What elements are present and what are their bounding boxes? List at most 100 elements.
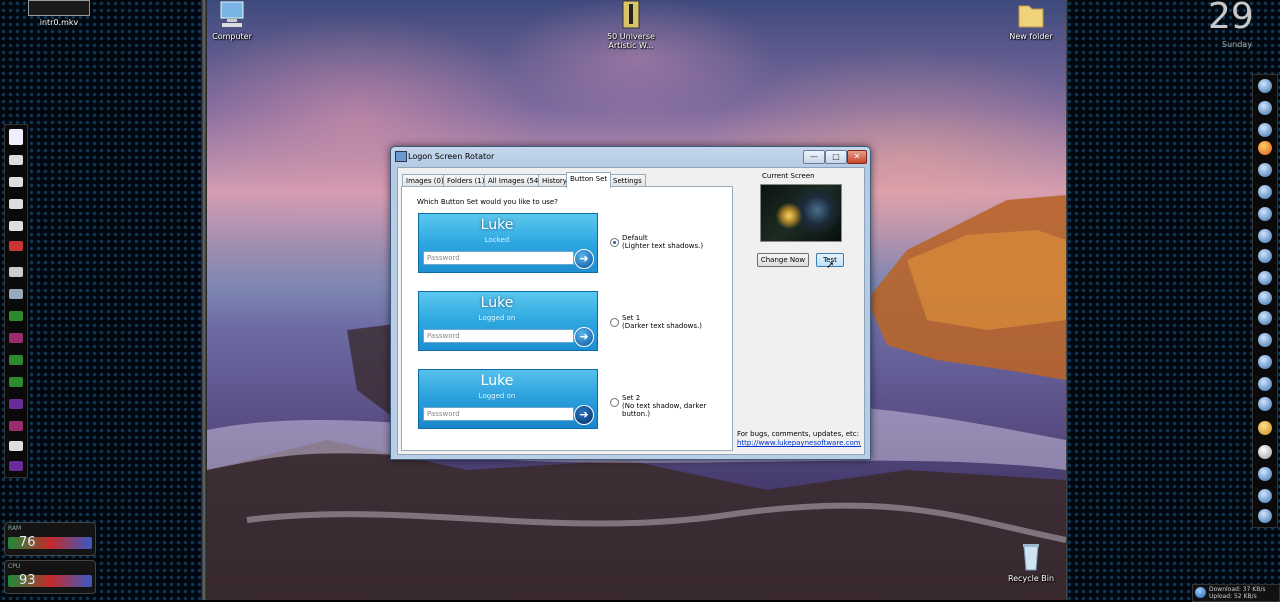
window-icon[interactable] xyxy=(1258,509,1272,523)
desktop-icon-new-folder[interactable]: New folder xyxy=(996,0,1066,41)
drive-icon[interactable] xyxy=(9,177,23,187)
battery-icon[interactable] xyxy=(9,333,23,343)
battery-icon[interactable] xyxy=(9,311,23,321)
arrow-right-icon: ➜ xyxy=(574,327,594,347)
maximize-button[interactable]: □ xyxy=(825,150,847,164)
battery-icon[interactable] xyxy=(9,461,23,471)
desktop-icon-label: 50 Universe Artistic W... xyxy=(607,32,655,50)
tab-button-set[interactable]: Button Set xyxy=(566,172,612,188)
preview-user-status: Logged on xyxy=(478,314,516,322)
logon-preview-default[interactable]: Luke Locked Password ➜ xyxy=(418,213,598,273)
desktop-icon-video[interactable]: intr0.mkv xyxy=(24,0,94,27)
clock-weekday: Sunday xyxy=(1222,40,1252,49)
folder-icon xyxy=(1015,0,1047,30)
preview-user-name: Luke xyxy=(480,295,514,311)
battery-icon[interactable] xyxy=(9,421,23,431)
logon-preview-set1[interactable]: Luke Logged on Password ➜ xyxy=(418,291,598,351)
option-default-desc: (Lighter text shadows.) xyxy=(622,242,704,250)
download-speed: Download: 37 KB/s xyxy=(1209,586,1266,593)
option-set2-desc: (No text shadow, darker button.) xyxy=(622,402,707,418)
monitor-icon[interactable] xyxy=(1258,229,1272,243)
option-set2-title: Set 2 xyxy=(622,394,641,402)
button-set-question: Which Button Set would you like to use? xyxy=(417,198,558,206)
cpu-label: CPU xyxy=(8,563,21,570)
mail-icon[interactable] xyxy=(9,241,23,251)
upload-speed: Upload: 52 KB/s xyxy=(1209,593,1257,600)
preview-user-name: Luke xyxy=(480,217,514,233)
document-icon[interactable] xyxy=(9,129,23,145)
app-icon[interactable] xyxy=(1258,271,1272,285)
ram-meter: RAM 76 xyxy=(4,522,96,556)
firefox-icon[interactable] xyxy=(1258,141,1272,155)
settings-icon[interactable] xyxy=(1258,355,1272,369)
cpu-meter: CPU 93 xyxy=(4,560,96,594)
right-dock xyxy=(1252,74,1278,528)
option-set1-title: Set 1 xyxy=(622,314,641,322)
computer-icon xyxy=(216,0,248,30)
preview-password-field: Password xyxy=(423,329,574,343)
battery-icon[interactable] xyxy=(9,399,23,409)
button-set-panel: Which Button Set would you like to use? … xyxy=(401,186,733,451)
close-button[interactable]: ✕ xyxy=(847,150,867,164)
sphere-icon[interactable] xyxy=(1258,163,1272,177)
desktop-icon-universe[interactable]: 50 Universe Artistic W... xyxy=(596,0,666,50)
keyboard-icon[interactable] xyxy=(9,441,23,451)
video-file-icon xyxy=(28,0,90,16)
desktop-icon-computer[interactable]: Computer xyxy=(197,0,267,41)
cpu-value: 93 xyxy=(19,573,36,588)
printer-icon[interactable] xyxy=(9,267,23,277)
desktop-icon-label: New folder xyxy=(1009,32,1053,41)
app-icon[interactable] xyxy=(1258,185,1272,199)
arrow-right-icon: ➜ xyxy=(574,405,594,425)
logon-preview-set2[interactable]: Luke Logged on Password ➜ xyxy=(418,369,598,429)
desktop-icon-recycle-bin[interactable]: Recycle Bin xyxy=(996,542,1066,583)
right-side-panel xyxy=(1066,0,1280,600)
minimize-button[interactable]: — xyxy=(803,150,825,164)
compass-icon[interactable] xyxy=(1258,421,1272,435)
clock-icon[interactable] xyxy=(1258,445,1272,459)
drive-icon[interactable] xyxy=(9,199,23,209)
radio-set2[interactable] xyxy=(610,398,619,407)
radio-default[interactable] xyxy=(610,238,619,247)
preview-user-status: Logged on xyxy=(478,392,516,400)
mouse-cursor-icon: ➚ xyxy=(826,260,835,271)
current-screen-thumbnail xyxy=(760,184,842,242)
cube-icon[interactable] xyxy=(1258,311,1272,325)
network-globe-icon xyxy=(1195,587,1206,598)
camera-icon[interactable] xyxy=(9,289,23,299)
arrow-right-icon: ➜ xyxy=(574,249,594,269)
preview-user-status: Locked xyxy=(484,236,510,244)
desktop-icon-label: Recycle Bin xyxy=(1007,574,1055,583)
app-icon[interactable] xyxy=(1258,207,1272,221)
drive-icon[interactable] xyxy=(9,221,23,231)
drive-icon[interactable] xyxy=(9,155,23,165)
website-link[interactable]: http://www.lukepaynesoftware.com/lsr xyxy=(737,439,861,447)
preview-password-field: Password xyxy=(423,251,574,265)
monitor-icon[interactable] xyxy=(1258,101,1272,115)
sphere-icon[interactable] xyxy=(1258,123,1272,137)
media-icon[interactable] xyxy=(1258,333,1272,347)
document-icon[interactable] xyxy=(1258,397,1272,411)
app-icon xyxy=(395,151,407,162)
title-bar[interactable]: Logon Screen Rotator — □ ✕ xyxy=(391,147,870,166)
desktop-icon-label: intr0.mkv xyxy=(39,18,79,27)
document-icon[interactable] xyxy=(1258,377,1272,391)
star-icon[interactable] xyxy=(1258,291,1272,305)
ram-label: RAM xyxy=(8,525,22,532)
archive-icon xyxy=(615,0,647,30)
ram-value: 76 xyxy=(19,535,36,550)
change-now-button[interactable]: Change Now xyxy=(757,253,809,267)
option-set1-desc: (Darker text shadows.) xyxy=(622,322,702,330)
recycle-bin-icon xyxy=(1015,542,1047,572)
globe-icon[interactable] xyxy=(1258,249,1272,263)
window-title: Logon Screen Rotator xyxy=(408,152,495,161)
anchor-icon[interactable] xyxy=(1258,79,1272,93)
window-client-area: Images (0) Folders (1) All Images (54) H… xyxy=(397,167,865,455)
logon-screen-rotator-window: Logon Screen Rotator — □ ✕ Images (0) Fo… xyxy=(390,146,871,460)
battery-icon[interactable] xyxy=(9,355,23,365)
monitor-icon[interactable] xyxy=(1258,489,1272,503)
radio-set1[interactable] xyxy=(610,318,619,327)
bin-icon[interactable] xyxy=(1258,467,1272,481)
battery-icon[interactable] xyxy=(9,377,23,387)
preview-password-field: Password xyxy=(423,407,574,421)
